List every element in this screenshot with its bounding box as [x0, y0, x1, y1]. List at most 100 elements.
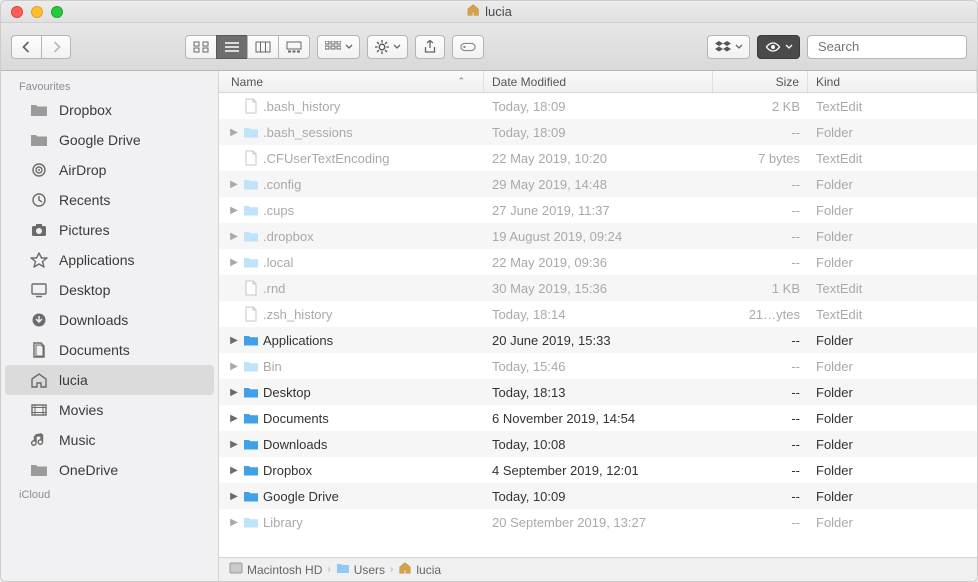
file-name: Desktop: [263, 385, 311, 400]
sidebar-item-movies[interactable]: Movies: [5, 395, 214, 425]
list-view-button[interactable]: [216, 35, 247, 59]
share-button[interactable]: [415, 35, 445, 59]
file-size: 1 KB: [713, 281, 808, 296]
disclosure-triangle[interactable]: ▶: [229, 413, 239, 424]
titlebar: lucia: [1, 1, 977, 23]
table-row[interactable]: ▶ .local 22 May 2019, 09:36 -- Folder: [219, 249, 977, 275]
column-kind-header[interactable]: Kind: [808, 71, 977, 92]
table-row[interactable]: ▶ .cups 27 June 2019, 11:37 -- Folder: [219, 197, 977, 223]
file-kind: Folder: [808, 515, 977, 530]
sidebar-item-music[interactable]: Music: [5, 425, 214, 455]
back-button[interactable]: [11, 35, 41, 59]
file-name: .cups: [263, 203, 294, 218]
column-view-button[interactable]: [247, 35, 278, 59]
file-size: --: [713, 203, 808, 218]
search-input[interactable]: [818, 39, 978, 54]
sidebar-item-lucia[interactable]: lucia: [5, 365, 214, 395]
folder-icon: [243, 514, 259, 530]
file-list[interactable]: .bash_history Today, 18:09 2 KB TextEdit…: [219, 93, 977, 557]
disclosure-triangle[interactable]: ▶: [229, 491, 239, 502]
minimize-window-button[interactable]: [31, 6, 43, 18]
sidebar[interactable]: FavouritesDropboxGoogle DriveAirDropRece…: [1, 71, 219, 581]
disclosure-triangle[interactable]: ▶: [229, 231, 239, 242]
table-row[interactable]: ▶ Desktop Today, 18:13 -- Folder: [219, 379, 977, 405]
table-row[interactable]: ▶ .dropbox 19 August 2019, 09:24 -- Fold…: [219, 223, 977, 249]
table-row[interactable]: ▶ Documents 6 November 2019, 14:54 -- Fo…: [219, 405, 977, 431]
disclosure-triangle[interactable]: ▶: [229, 387, 239, 398]
disclosure-triangle[interactable]: ▶: [229, 257, 239, 268]
disclosure-triangle[interactable]: ▶: [229, 205, 239, 216]
table-row[interactable]: ▶ Downloads Today, 10:08 -- Folder: [219, 431, 977, 457]
quicklook-menu-button[interactable]: [757, 35, 800, 59]
gallery-view-button[interactable]: [278, 35, 310, 59]
disclosure-triangle[interactable]: ▶: [229, 179, 239, 190]
folder-icon: [243, 176, 259, 192]
forward-button[interactable]: [41, 35, 71, 59]
file-name: .bash_sessions: [263, 125, 353, 140]
dropbox-menu-button[interactable]: [707, 35, 750, 59]
table-row[interactable]: ▶ Applications 20 June 2019, 15:33 -- Fo…: [219, 327, 977, 353]
icon-view-button[interactable]: [185, 35, 216, 59]
sidebar-item-airdrop[interactable]: AirDrop: [5, 155, 214, 185]
disclosure-triangle[interactable]: ▶: [229, 361, 239, 372]
sidebar-item-label: Pictures: [59, 222, 110, 238]
file-date: 27 June 2019, 11:37: [484, 203, 713, 218]
sidebar-item-applications[interactable]: Applications: [5, 245, 214, 275]
file-date: 29 May 2019, 14:48: [484, 177, 713, 192]
path-item-users[interactable]: Users: [336, 562, 385, 577]
folder-sys-icon: [243, 384, 259, 400]
file-kind: Folder: [808, 333, 977, 348]
table-row[interactable]: .zsh_history Today, 18:14 21…ytes TextEd…: [219, 301, 977, 327]
sidebar-item-label: Desktop: [59, 282, 110, 298]
zoom-window-button[interactable]: [51, 6, 63, 18]
disclosure-triangle[interactable]: ▶: [229, 335, 239, 346]
table-row[interactable]: ▶ .config 29 May 2019, 14:48 -- Folder: [219, 171, 977, 197]
file-date: Today, 18:14: [484, 307, 713, 322]
disclosure-triangle[interactable]: ▶: [229, 517, 239, 528]
table-row[interactable]: ▶ Library 20 September 2019, 13:27 -- Fo…: [219, 509, 977, 535]
table-row[interactable]: .rnd 30 May 2019, 15:36 1 KB TextEdit: [219, 275, 977, 301]
file-date: Today, 15:46: [484, 359, 713, 374]
search-field[interactable]: [807, 35, 967, 59]
table-row[interactable]: .bash_history Today, 18:09 2 KB TextEdit: [219, 93, 977, 119]
file-kind: Folder: [808, 463, 977, 478]
disclosure-triangle[interactable]: ▶: [229, 127, 239, 138]
column-date-header[interactable]: Date Modified: [484, 71, 713, 92]
file-size: --: [713, 255, 808, 270]
table-row[interactable]: ▶ Google Drive Today, 10:09 -- Folder: [219, 483, 977, 509]
table-row[interactable]: ▶ Bin Today, 15:46 -- Folder: [219, 353, 977, 379]
file-name: .dropbox: [263, 229, 314, 244]
path-item-lucia[interactable]: lucia: [398, 561, 441, 578]
path-separator: ›: [390, 564, 393, 575]
close-window-button[interactable]: [11, 6, 23, 18]
table-row[interactable]: .CFUserTextEncoding 22 May 2019, 10:20 7…: [219, 145, 977, 171]
sidebar-item-dropbox[interactable]: Dropbox: [5, 95, 214, 125]
folder-sys-icon: [243, 488, 259, 504]
file-name: .rnd: [263, 281, 285, 296]
file-kind: Folder: [808, 177, 977, 192]
sidebar-item-recents[interactable]: Recents: [5, 185, 214, 215]
action-menu-button[interactable]: [367, 35, 408, 59]
column-size-header[interactable]: Size: [713, 71, 808, 92]
sidebar-item-onedrive[interactable]: OneDrive: [5, 455, 214, 485]
folder-icon: [336, 562, 350, 577]
sidebar-item-desktop[interactable]: Desktop: [5, 275, 214, 305]
disclosure-triangle[interactable]: ▶: [229, 439, 239, 450]
path-item-macintosh-hd[interactable]: Macintosh HD: [229, 561, 322, 578]
tags-button[interactable]: [452, 35, 484, 59]
sidebar-item-label: Downloads: [59, 312, 128, 328]
table-row[interactable]: ▶ .bash_sessions Today, 18:09 -- Folder: [219, 119, 977, 145]
sidebar-item-label: Music: [59, 432, 96, 448]
column-name-header[interactable]: Name ⌃: [219, 71, 484, 92]
arrange-button[interactable]: [317, 35, 360, 59]
disclosure-triangle[interactable]: ▶: [229, 465, 239, 476]
sidebar-item-downloads[interactable]: Downloads: [5, 305, 214, 335]
camera-icon: [29, 221, 49, 239]
sidebar-item-pictures[interactable]: Pictures: [5, 215, 214, 245]
sidebar-item-google-drive[interactable]: Google Drive: [5, 125, 214, 155]
sidebar-item-label: AirDrop: [59, 162, 106, 178]
table-row[interactable]: ▶ Dropbox 4 September 2019, 12:01 -- Fol…: [219, 457, 977, 483]
path-bar: Macintosh HD›Users›lucia: [219, 557, 977, 581]
sidebar-item-documents[interactable]: Documents: [5, 335, 214, 365]
file-size: 2 KB: [713, 99, 808, 114]
